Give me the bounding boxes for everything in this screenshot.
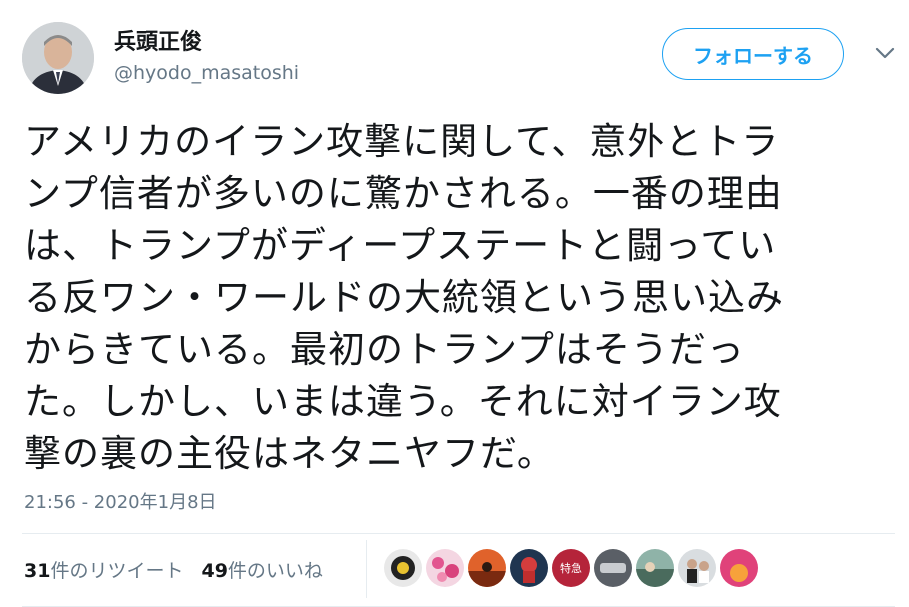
liker-badge-text: 特急: [560, 561, 582, 575]
tweet-stats: 31件のリツイート 49件のいいね: [24, 556, 341, 583]
likes-stat[interactable]: 49件のいいね: [201, 556, 322, 583]
retweets-label: 件のリツイート: [50, 560, 184, 582]
retweets-count: 31: [24, 560, 51, 582]
liker-avatar[interactable]: [510, 549, 548, 587]
liker-avatar[interactable]: [426, 549, 464, 587]
user-handle[interactable]: @hyodo_masatoshi: [114, 62, 299, 84]
liker-avatar[interactable]: [720, 549, 758, 587]
tweet-text: アメリカのイラン攻撃に関して、意外とトラ ンプ信者が多いのに驚かされる。一番の理…: [24, 120, 784, 475]
display-name[interactable]: 兵頭正俊: [114, 24, 202, 56]
liker-avatar[interactable]: [384, 549, 422, 587]
follow-button[interactable]: フォローする: [662, 28, 844, 80]
user-avatar[interactable]: [22, 22, 94, 94]
divider: [22, 533, 895, 534]
liker-avatar[interactable]: [468, 549, 506, 587]
retweets-stat[interactable]: 31件のリツイート: [24, 556, 183, 583]
likers-avatars: 特急: [384, 549, 762, 587]
likes-count: 49: [201, 560, 228, 582]
chevron-down-icon[interactable]: [874, 45, 896, 61]
liker-avatar[interactable]: 特急: [552, 549, 590, 587]
avatar-image: [22, 22, 94, 94]
liker-avatar[interactable]: [594, 549, 632, 587]
likes-label: 件のいいね: [227, 560, 323, 582]
stats-separator: [366, 540, 367, 598]
liker-avatar[interactable]: [636, 549, 674, 587]
liker-avatar[interactable]: [678, 549, 716, 587]
tweet-timestamp[interactable]: 21:56 - 2020年1月8日: [24, 488, 217, 514]
